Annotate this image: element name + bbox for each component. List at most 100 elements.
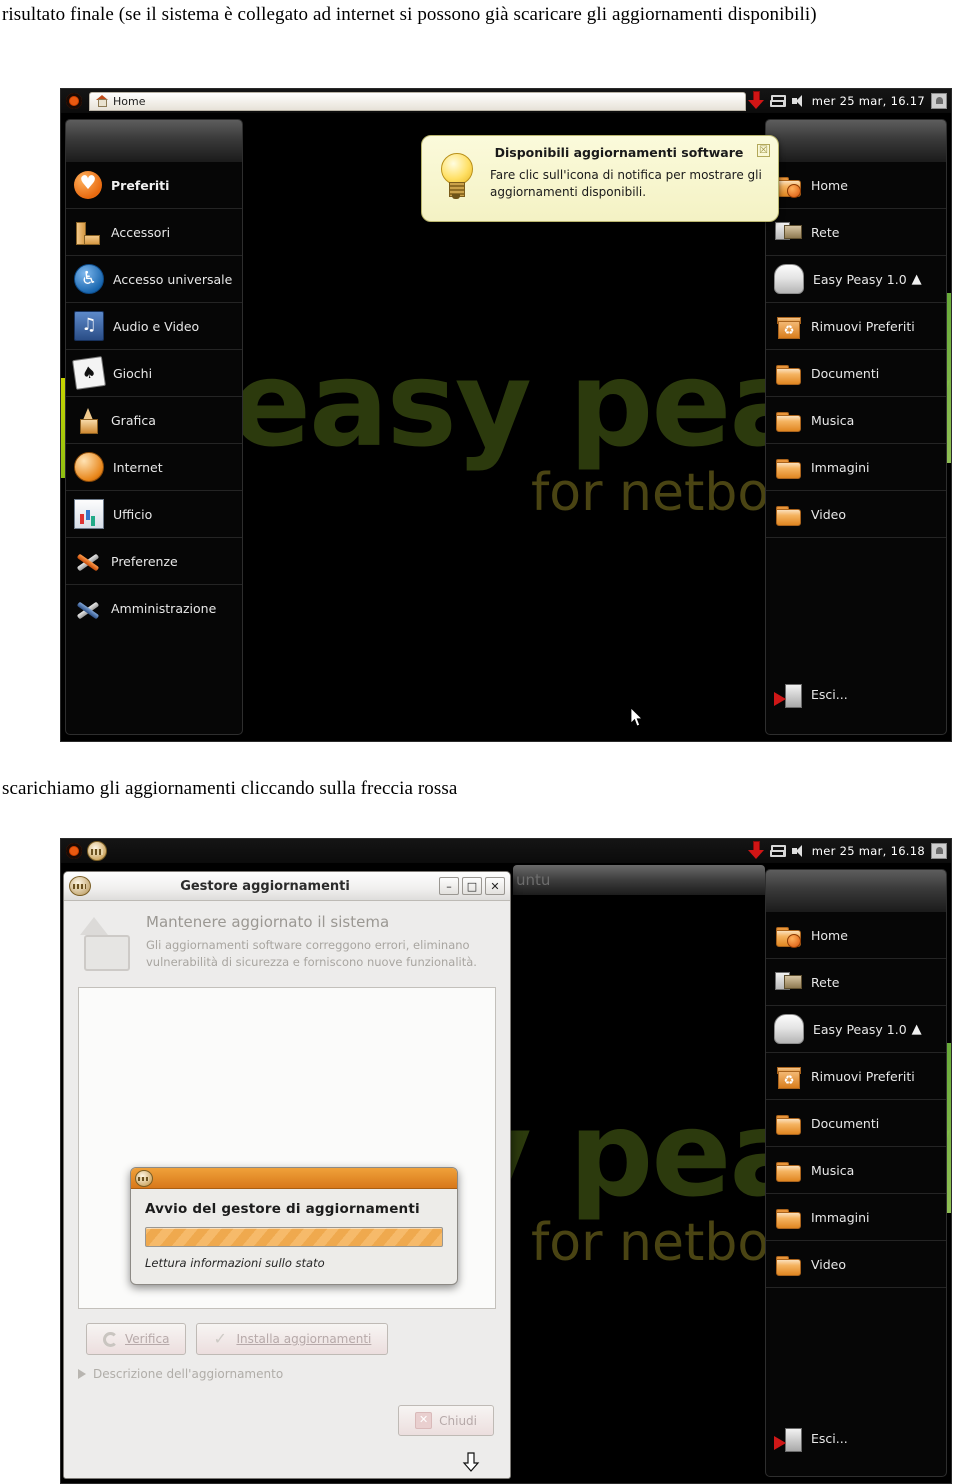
installa-aggiornamenti-button[interactable]: Installa aggiornamenti [196, 1323, 389, 1355]
places-item-label: Video [811, 1256, 847, 1272]
sidebar-item-internet[interactable]: Internet [66, 444, 242, 491]
minimize-button[interactable]: – [439, 877, 459, 895]
ubuntu-logo-icon[interactable] [63, 840, 85, 862]
page-caption-top: risultato finale (se il sistema è colleg… [2, 4, 817, 25]
chiudi-button[interactable]: Chiudi [398, 1405, 494, 1436]
panel-tray-2: mer 25 mar, 16.18 [747, 841, 951, 861]
update-manager-actions: Verifica Installa aggiornamenti [86, 1323, 496, 1355]
speaker-icon[interactable] [791, 844, 806, 858]
update-manager-icon[interactable] [87, 841, 107, 861]
expander-label: Descrizione dell'aggiornamento [93, 1367, 284, 1381]
eject-icon[interactable]: ▲ [912, 273, 922, 286]
progress-heading: Avvio del gestore di aggiornamenti [145, 1201, 420, 1217]
places-item-home[interactable]: Home [766, 912, 946, 959]
user-switch-icon[interactable] [931, 843, 947, 859]
close-window-button[interactable]: ✕ [485, 877, 505, 895]
ubuntu-logo-icon[interactable] [63, 90, 85, 112]
maximize-button[interactable]: □ [462, 877, 482, 895]
window-tab-home[interactable]: Home [89, 91, 746, 111]
user-switch-icon[interactable] [931, 93, 947, 109]
top-panel-2: mer 25 mar, 16.18 [61, 839, 951, 863]
places-item-rimuovi-preferiti[interactable]: Rimuovi Preferiti [766, 1053, 946, 1100]
heart-icon [74, 168, 102, 199]
update-manager-title-bar[interactable]: Gestore aggiornamenti – □ ✕ [64, 872, 510, 901]
wrench-screwdriver-blue-icon [74, 595, 102, 623]
places-item-label: Video [811, 506, 847, 522]
house-icon [96, 95, 109, 107]
sidebar-item-accesso-universale[interactable]: Accesso universale [66, 256, 242, 303]
places-item-esci[interactable]: Esci... [766, 671, 946, 718]
sidebar-item-label: Giochi [113, 365, 153, 381]
sidebar-item-amministrazione[interactable]: Amministrazione [66, 585, 242, 632]
globe-icon [74, 452, 104, 482]
places-item-documenti[interactable]: Documenti [766, 1100, 946, 1147]
update-manager-heading: Mantenere aggiornato il sistema [146, 913, 390, 931]
places-item-rimuovi-preferiti[interactable]: Rimuovi Preferiti [766, 303, 946, 350]
folder-icon [774, 453, 802, 481]
clock-label[interactable]: mer 25 mar, 16.18 [812, 844, 925, 858]
update-notification-bubble[interactable]: Disponibili aggiornamenti software Fare … [421, 135, 779, 222]
places-item-home[interactable]: Home [766, 162, 946, 209]
places-item-esci[interactable]: Esci... [766, 1415, 946, 1462]
places-item-label: Immagini [811, 459, 870, 475]
places-item-label: Home [811, 177, 848, 193]
folder-icon [774, 406, 802, 434]
places-item-video[interactable]: Video [766, 1241, 946, 1288]
sidebar-item-accessori[interactable]: Accessori [66, 209, 242, 256]
places-item-rete[interactable]: Rete [766, 209, 946, 256]
sidebar-item-label: Accessori [111, 224, 171, 240]
speaker-icon[interactable] [791, 94, 806, 108]
descrizione-aggiornamento-expander[interactable]: Descrizione dell'aggiornamento [78, 1367, 510, 1381]
verifica-button[interactable]: Verifica [86, 1323, 187, 1355]
window-list-icon[interactable] [769, 95, 786, 107]
sidebar-item-giochi[interactable]: Giochi [66, 350, 242, 397]
places-item-immagini[interactable]: Immagini [766, 1194, 946, 1241]
sidebar-item-label: Accesso universale [113, 271, 233, 287]
places-item-label: Home [811, 927, 848, 943]
chiudi-button-label: Chiudi [439, 1413, 477, 1428]
folder-icon [774, 359, 802, 387]
sidebar-item-label: Preferiti [111, 177, 170, 193]
wrench-screwdriver-orange-icon [74, 547, 102, 575]
software-update-icon [76, 913, 138, 975]
sidebar-item-preferenze[interactable]: Preferenze [66, 538, 242, 585]
check-icon [213, 1329, 229, 1348]
sidebar-item-ufficio[interactable]: Ufficio [66, 491, 242, 538]
sidebar-item-grafica[interactable]: Grafica [66, 397, 242, 444]
places-item-label: Rete [811, 974, 840, 990]
network-icon [774, 218, 802, 246]
disk-icon [774, 264, 804, 294]
window-list-icon[interactable] [769, 845, 786, 857]
places-item-easy-peasy[interactable]: Easy Peasy 1.0 ▲ [766, 1006, 946, 1053]
eject-icon[interactable]: ▲ [912, 1023, 922, 1036]
progress-dialog-title-bar[interactable] [131, 1168, 457, 1189]
places-item-video[interactable]: Video [766, 491, 946, 538]
lightbulb-icon [432, 151, 480, 209]
background-window-title: untu [516, 871, 551, 889]
screenshot-update-manager: mer 25 mar, 16.18 easy peasy for netbook… [60, 838, 952, 1484]
update-manager-icon [69, 876, 91, 896]
update-manager-footer: Chiudi [64, 1405, 494, 1436]
places-item-label: Documenti [811, 1115, 880, 1131]
places-item-rete[interactable]: Rete [766, 959, 946, 1006]
update-arrow-icon[interactable] [747, 91, 765, 111]
chevron-right-icon [78, 1369, 86, 1379]
places-pane: Home Rete Easy Peasy 1.0 ▲ Rimuovi Prefe… [765, 119, 947, 735]
clock-label[interactable]: mer 25 mar, 16.17 [812, 94, 925, 108]
places-item-documenti[interactable]: Documenti [766, 350, 946, 397]
update-manager-icon [135, 1169, 153, 1187]
desktop-area-1: easy peasy for netbooks Preferiti Access… [61, 113, 951, 741]
pane-header-right [766, 120, 946, 162]
sidebar-item-audio-e-video[interactable]: Audio e Video [66, 303, 242, 350]
places-item-easy-peasy[interactable]: Easy Peasy 1.0 ▲ [766, 256, 946, 303]
places-item-musica[interactable]: Musica [766, 1147, 946, 1194]
refresh-icon [103, 1331, 118, 1347]
update-manager-header: Mantenere aggiornato il sistema Gli aggi… [64, 901, 510, 983]
sidebar-item-preferiti[interactable]: Preferiti [66, 162, 242, 209]
places-pane: Home Rete Easy Peasy 1.0 ▲ Rimuovi Prefe… [765, 869, 947, 1477]
update-manager-window: Gestore aggiornamenti – □ ✕ Mantenere ag… [63, 871, 511, 1479]
places-item-musica[interactable]: Musica [766, 397, 946, 444]
notification-close-icon[interactable]: ☒ [757, 144, 770, 157]
update-arrow-icon[interactable] [747, 841, 765, 861]
places-item-immagini[interactable]: Immagini [766, 444, 946, 491]
